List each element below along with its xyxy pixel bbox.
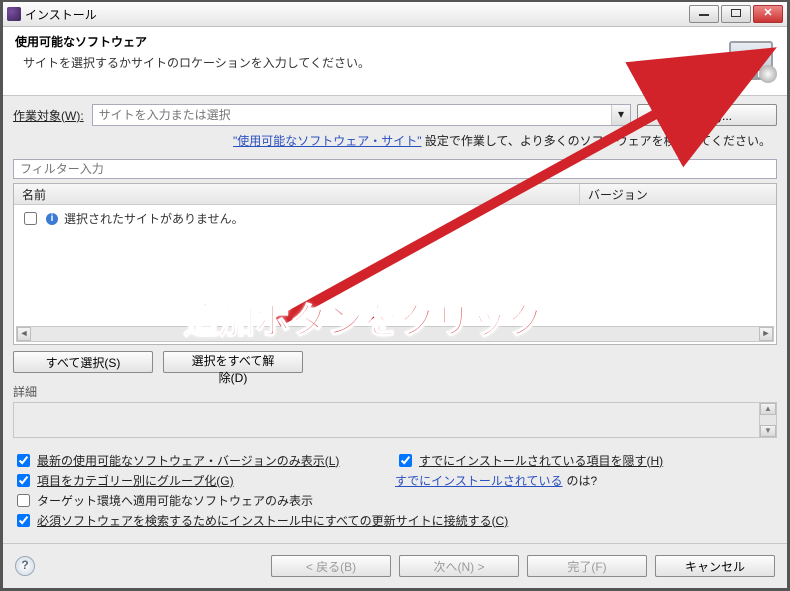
detail-box: ▲ ▼ [13, 402, 777, 438]
vertical-scrollbar[interactable]: ▲ ▼ [759, 403, 777, 437]
opt-hide-installed-label: すでにインストールされている項目を隠す(H) [419, 452, 663, 469]
scroll-up-icon[interactable]: ▲ [760, 403, 776, 415]
opt-hide-installed-checkbox[interactable] [399, 454, 412, 467]
help-icon[interactable]: ? [15, 556, 35, 576]
page-subheading: サイトを選択するかサイトのロケーションを入力してください。 [23, 54, 370, 71]
chevron-down-icon[interactable]: ▾ [611, 105, 630, 125]
opt-hide-installed[interactable]: すでにインストールされている項目を隠す(H) [395, 450, 777, 470]
footer: ? < 戻る(B) 次へ(N) > 完了(F) キャンセル [3, 543, 787, 588]
scroll-left-icon[interactable]: ◄ [17, 327, 31, 341]
filter-input[interactable] [13, 159, 777, 179]
opt-latest-only[interactable]: 最新の使用可能なソフトウェア・バージョンのみ表示(L) [13, 450, 395, 470]
install-dialog: インストール ✕ 使用可能なソフトウェア サイトを選択するかサイトのロケーション… [2, 1, 788, 589]
empty-message: 選択されたサイトがありません。 [64, 210, 244, 227]
table-header: 名前 バージョン [14, 184, 776, 205]
scroll-down-icon[interactable]: ▼ [760, 425, 776, 437]
select-all-button[interactable]: すべて選択(S) [13, 351, 153, 373]
opt-required-sites-label: 必須ソフトウェアを検索するためにインストール中にすべての更新サイトに接続する(C… [37, 512, 508, 529]
sites-hint-suffix: 設定で作業して、より多くのソフトウェアを検索してください。 [422, 134, 771, 148]
window-title: インストール [25, 6, 689, 23]
cancel-button[interactable]: キャンセル [655, 555, 775, 577]
horizontal-scrollbar[interactable]: ◄ ► [16, 326, 774, 342]
selection-buttons: すべて選択(S) 選択をすべて解除(D) [13, 351, 777, 373]
worksite-label: 作業対象(W): [13, 107, 84, 124]
app-icon [7, 7, 21, 21]
opt-latest-only-checkbox[interactable] [17, 454, 30, 467]
opt-group-category-checkbox[interactable] [17, 474, 30, 487]
opt-group-category-label: 項目をカテゴリー別にグループ化(G) [37, 472, 234, 489]
deselect-all-button[interactable]: 選択をすべて解除(D) [163, 351, 303, 373]
add-site-button[interactable]: 追加(A)... [637, 104, 777, 126]
header-panel: 使用可能なソフトウェア サイトを選択するかサイトのロケーションを入力してください… [3, 27, 787, 96]
opt-latest-only-label: 最新の使用可能なソフトウェア・バージョンのみ表示(L) [37, 452, 339, 469]
window-buttons: ✕ [689, 5, 783, 23]
opt-group-category[interactable]: 項目をカテゴリー別にグループ化(G) [13, 470, 395, 490]
finish-button[interactable]: 完了(F) [527, 555, 647, 577]
worksite-combo[interactable]: ▾ [92, 104, 631, 126]
row-checkbox[interactable] [24, 212, 37, 225]
opt-target-env-label: ターゲット環境へ適用可能なソフトウェアのみ表示 [37, 492, 313, 509]
col-version[interactable]: バージョン [580, 184, 776, 204]
minimize-button[interactable] [689, 5, 719, 23]
next-button[interactable]: 次へ(N) > [399, 555, 519, 577]
maximize-button[interactable] [721, 5, 751, 23]
col-name[interactable]: 名前 [14, 184, 580, 204]
scroll-right-icon[interactable]: ► [759, 327, 773, 341]
detail-label: 詳細 [13, 383, 777, 400]
already-installed-hint: すでにインストールされている のは? [395, 470, 777, 490]
close-button[interactable]: ✕ [753, 5, 783, 23]
info-icon: i [46, 213, 58, 225]
back-button[interactable]: < 戻る(B) [271, 555, 391, 577]
available-sites-link[interactable]: "使用可能なソフトウェア・サイト" [233, 134, 422, 148]
already-installed-link[interactable]: すでにインストールされている [395, 472, 563, 489]
table-empty-row: i 選択されたサイトがありません。 [14, 205, 776, 232]
opt-target-env[interactable]: ターゲット環境へ適用可能なソフトウェアのみ表示 [13, 490, 777, 510]
worksite-input[interactable] [93, 105, 611, 125]
software-table: 名前 バージョン i 選択されたサイトがありません。 ◄ ► [13, 183, 777, 345]
install-icon [729, 41, 775, 81]
opt-required-sites[interactable]: 必須ソフトウェアを検索するためにインストール中にすべての更新サイトに接続する(C… [13, 510, 777, 530]
worksite-row: 作業対象(W): ▾ 追加(A)... [13, 104, 777, 126]
page-heading: 使用可能なソフトウェア [15, 33, 370, 50]
titlebar: インストール ✕ [3, 2, 787, 27]
sites-hint: "使用可能なソフトウェア・サイト" 設定で作業して、より多くのソフトウェアを検索… [13, 132, 777, 149]
dialog-body: 作業対象(W): ▾ 追加(A)... "使用可能なソフトウェア・サイト" 設定… [3, 96, 787, 530]
opt-target-env-checkbox[interactable] [17, 494, 30, 507]
opt-required-sites-checkbox[interactable] [17, 514, 30, 527]
options: 最新の使用可能なソフトウェア・バージョンのみ表示(L) すでにインストールされて… [13, 450, 777, 530]
